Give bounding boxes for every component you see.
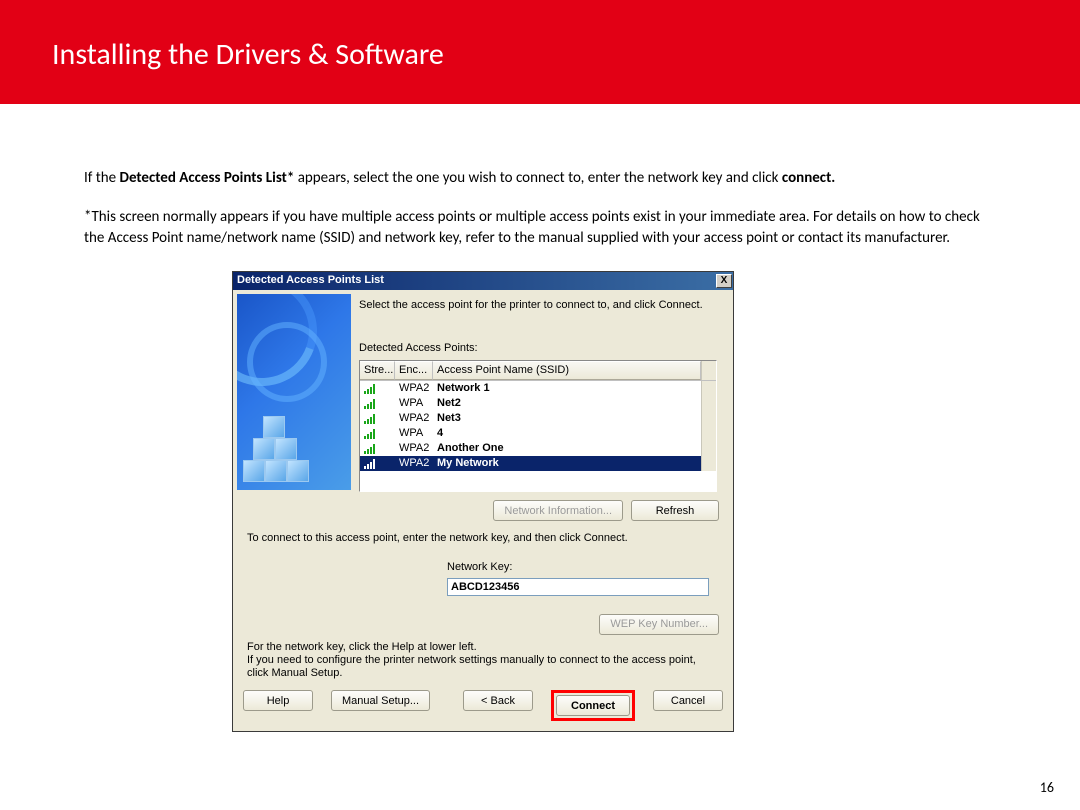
scroll-header-stub	[701, 361, 716, 380]
intro-paragraph: If the Detected Access Points List* appe…	[84, 168, 996, 189]
list-item[interactable]: WPANet2	[360, 396, 701, 411]
connect-button[interactable]: Connect	[556, 695, 630, 716]
col-ssid[interactable]: Access Point Name (SSID)	[433, 361, 701, 380]
wep-row: WEP Key Number...	[233, 610, 733, 641]
key-section: To connect to this access point, enter t…	[233, 529, 733, 610]
row-encryption: WPA	[395, 426, 433, 441]
instruction-text: Select the access point for the printer …	[359, 298, 725, 313]
list-panel: Select the access point for the printer …	[355, 290, 733, 494]
dialog-body: Select the access point for the printer …	[233, 290, 733, 731]
close-icon[interactable]: X	[716, 274, 732, 288]
page-header: Installing the Drivers & Software	[0, 0, 1080, 104]
col-strength[interactable]: Stre...	[360, 361, 395, 380]
list-header: Stre... Enc... Access Point Name (SSID)	[360, 361, 716, 381]
connect-highlight: Connect	[551, 690, 635, 721]
key-label: Network Key:	[247, 560, 719, 575]
help-button[interactable]: Help	[243, 690, 313, 711]
dialog-title: Detected Access Points List	[237, 273, 384, 288]
row-ssid: Another One	[433, 441, 701, 456]
list-item[interactable]: WPA4	[360, 426, 701, 441]
intro-bold-1: Detected Access Points List*	[120, 169, 295, 187]
signal-icon	[360, 459, 395, 469]
row-encryption: WPA	[395, 396, 433, 411]
list-label: Detected Access Points:	[359, 341, 725, 356]
refresh-button[interactable]: Refresh	[631, 500, 719, 521]
list-item[interactable]: WPA2My Network	[360, 456, 701, 471]
scrollbar[interactable]	[701, 381, 716, 471]
row-ssid: 4	[433, 426, 701, 441]
bottom-button-row: Help Manual Setup... < Back Connect Canc…	[233, 680, 733, 731]
row-encryption: WPA2	[395, 456, 433, 471]
intro-bold-2: connect.	[782, 169, 835, 187]
access-points-dialog: Detected Access Points List X Select the…	[232, 271, 734, 732]
row-ssid: My Network	[433, 456, 701, 471]
list-item[interactable]: WPA2Another One	[360, 441, 701, 456]
signal-icon	[360, 399, 395, 409]
list-button-row: Network Information... Refresh	[233, 494, 733, 529]
cancel-button[interactable]: Cancel	[653, 690, 723, 711]
signal-icon	[360, 444, 395, 454]
manual-setup-button[interactable]: Manual Setup...	[331, 690, 430, 711]
row-encryption: WPA2	[395, 441, 433, 456]
network-info-button[interactable]: Network Information...	[493, 500, 623, 521]
wizard-side-image	[237, 294, 351, 490]
note-paragraph: *This screen normally appears if you hav…	[84, 207, 996, 249]
access-points-list[interactable]: Stre... Enc... Access Point Name (SSID) …	[359, 360, 717, 492]
body-content: If the Detected Access Points List* appe…	[0, 104, 1080, 732]
back-button[interactable]: < Back	[463, 690, 533, 711]
network-key-input[interactable]	[447, 578, 709, 596]
wep-key-button[interactable]: WEP Key Number...	[599, 614, 719, 635]
list-item[interactable]: WPA2Network 1	[360, 381, 701, 396]
list-item[interactable]: WPA2Net3	[360, 411, 701, 426]
dialog-titlebar: Detected Access Points List X	[233, 272, 733, 290]
intro-mid: appears, select the one you wish to conn…	[294, 169, 782, 187]
footer-note: For the network key, click the Help at l…	[233, 641, 733, 681]
dialog-top-section: Select the access point for the printer …	[233, 290, 733, 494]
row-ssid: Net2	[433, 396, 701, 411]
page-title: Installing the Drivers & Software	[52, 36, 1028, 73]
signal-icon	[360, 414, 395, 424]
signal-icon	[360, 384, 395, 394]
list-empty-space	[360, 471, 716, 491]
list-body: WPA2Network 1WPANet2WPA2Net3WPA4WPA2Anot…	[360, 381, 701, 471]
col-encryption[interactable]: Enc...	[395, 361, 433, 380]
intro-prefix: If the	[84, 169, 120, 187]
row-ssid: Network 1	[433, 381, 701, 396]
row-encryption: WPA2	[395, 381, 433, 396]
signal-icon	[360, 429, 395, 439]
page-number: 16	[1040, 779, 1054, 796]
row-encryption: WPA2	[395, 411, 433, 426]
row-ssid: Net3	[433, 411, 701, 426]
key-instruction: To connect to this access point, enter t…	[247, 531, 719, 546]
